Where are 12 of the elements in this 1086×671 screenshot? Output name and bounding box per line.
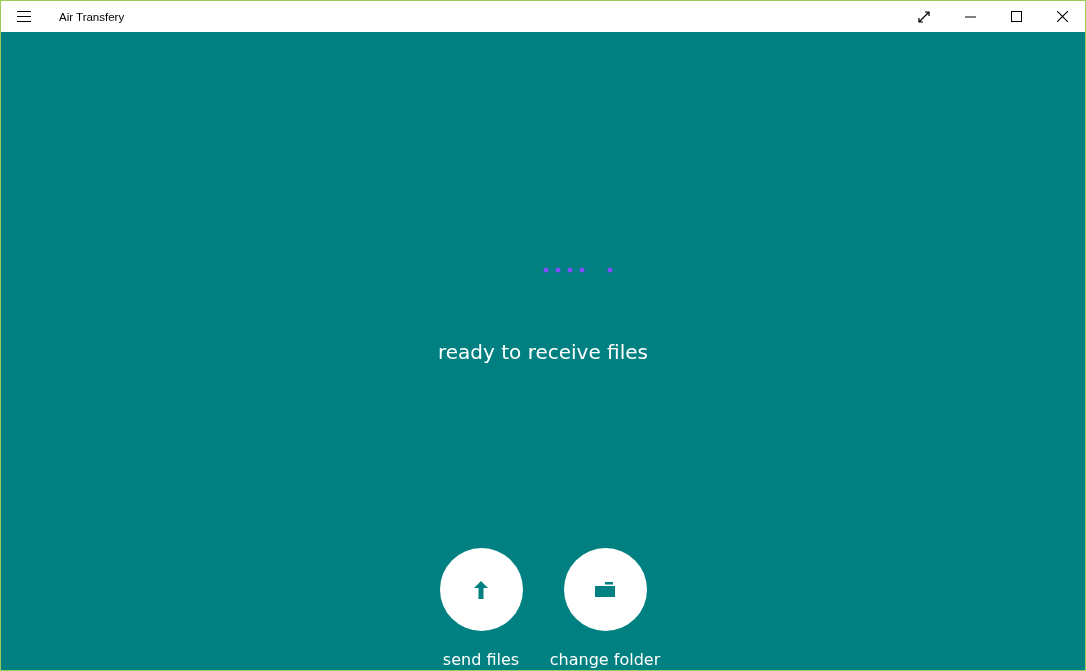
expand-icon — [918, 10, 930, 23]
up-arrow-icon — [473, 579, 489, 600]
window-title: Air Transfery — [59, 10, 125, 23]
close-icon — [1056, 11, 1068, 22]
action-label: change folder — [549, 650, 661, 670]
action-label: send files — [442, 650, 520, 670]
progress-dots — [543, 267, 613, 273]
minimize-icon — [964, 15, 976, 18]
maximize-icon — [1010, 11, 1022, 22]
folder-icon — [595, 581, 615, 598]
status-text: ready to receive files — [438, 340, 648, 364]
menu-icon — [17, 11, 31, 22]
